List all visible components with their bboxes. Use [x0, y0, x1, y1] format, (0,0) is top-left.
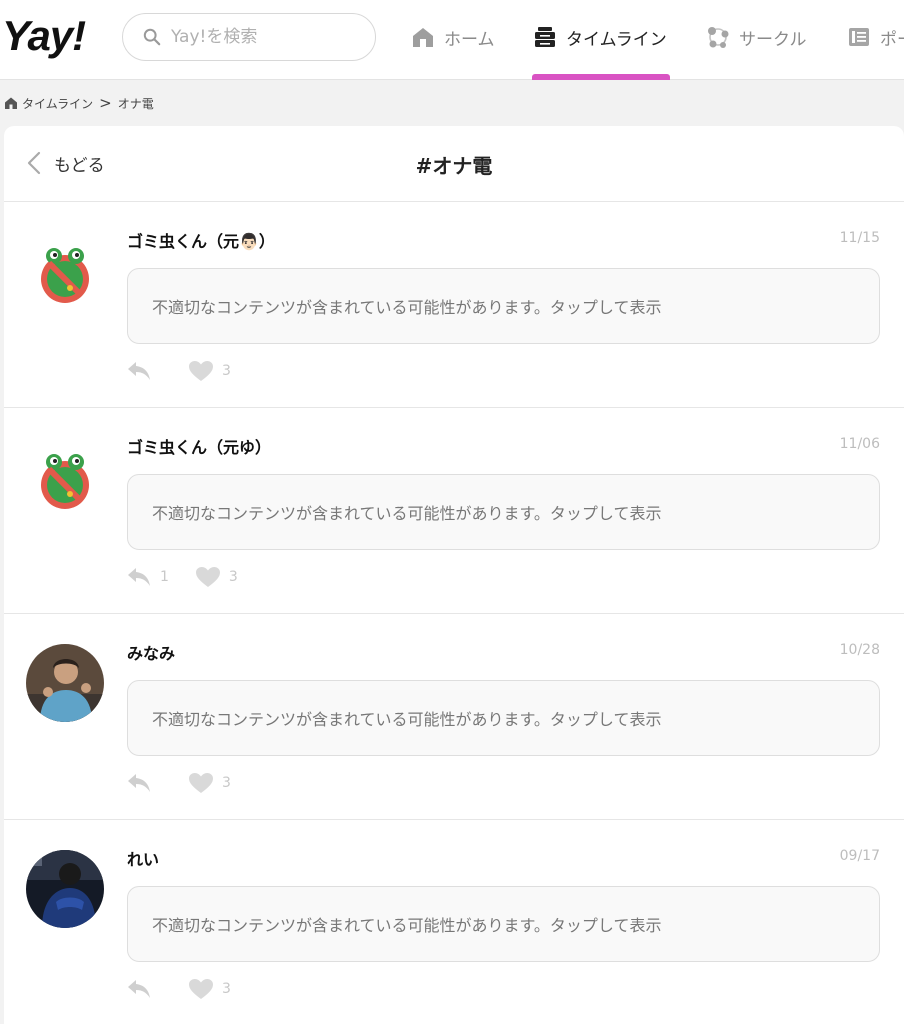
sensitive-content-warning[interactable]: 不適切なコンテンツが含まれている可能性があります。タップして表示 [127, 474, 880, 550]
post-actions: 1 3 [126, 566, 238, 588]
frog-banned-icon [26, 438, 104, 516]
heart-icon [189, 979, 213, 999]
timeline-icon [535, 27, 555, 47]
reply-button[interactable]: 1 [126, 566, 169, 588]
sensitive-content-warning[interactable]: 不適切なコンテンツが含まれている可能性があります。タップして表示 [127, 680, 880, 756]
post-username[interactable]: みなみ [127, 640, 175, 664]
search-input[interactable] [171, 24, 361, 50]
breadcrumb-home-link[interactable]: タイムライン [22, 95, 93, 112]
heart-icon [189, 361, 213, 381]
avatar[interactable] [26, 644, 104, 722]
breadcrumb-current: オナ電 [117, 96, 154, 111]
reply-button[interactable] [126, 360, 160, 382]
post-item: れい 09/17 不適切なコンテンツが含まれている可能性があります。タップして表… [4, 820, 904, 1024]
search-box[interactable] [122, 13, 376, 61]
nav-timeline-label: タイムライン [566, 29, 667, 50]
sensitive-content-warning[interactable]: 不適切なコンテンツが含まれている可能性があります。タップして表示 [127, 268, 880, 344]
like-button[interactable]: 3 [188, 772, 231, 794]
post-username[interactable]: れい [127, 846, 159, 870]
frog-banned-icon [26, 232, 104, 310]
reply-icon [128, 362, 150, 380]
nav-home-label: ホーム [444, 29, 495, 50]
timeline-card: もどる #オナ電 ゴミ虫くん（元👨🏻） 11/15 不適切なコンテンツが含まれて… [4, 126, 904, 1024]
post-date: 11/06 [839, 436, 880, 452]
reply-button[interactable] [126, 978, 160, 1000]
like-button[interactable]: 3 [188, 978, 231, 1000]
nav-post[interactable]: ポー [846, 20, 904, 54]
nav-home[interactable]: ホーム [410, 20, 495, 54]
heart-icon [189, 773, 213, 793]
reply-icon [128, 568, 150, 586]
post-item: ゴミ虫くん（元👨🏻） 11/15 不適切なコンテンツが含まれている可能性がありま… [4, 202, 904, 408]
post-actions: 3 [126, 360, 231, 382]
like-count: 3 [222, 981, 231, 997]
board-icon [849, 28, 869, 46]
like-button[interactable]: 3 [195, 566, 238, 588]
nav-post-label: ポー [880, 29, 904, 50]
like-count: 3 [228, 569, 238, 585]
post-date: 10/28 [839, 642, 880, 658]
post-date: 09/17 [839, 848, 880, 864]
photo-avatar [26, 850, 104, 928]
search-icon [143, 28, 161, 46]
post-actions: 3 [126, 978, 231, 1000]
post-date: 11/15 [839, 230, 880, 246]
reply-icon [128, 774, 150, 792]
post-item: みなみ 10/28 不適切なコンテンツが含まれている可能性があります。タップして… [4, 614, 904, 820]
yay-logo[interactable]: Yay! [2, 12, 86, 60]
sensitive-content-warning[interactable]: 不適切なコンテンツが含まれている可能性があります。タップして表示 [127, 886, 880, 962]
breadcrumb-separator: > [99, 94, 112, 112]
top-header: Yay! ホーム タイムライン サークル [0, 0, 904, 80]
nav-timeline[interactable]: タイムライン [532, 20, 667, 54]
photo-avatar [26, 644, 104, 722]
post-item: ゴミ虫くん（元ゆ） 11/06 不適切なコンテンツが含まれている可能性があります… [4, 408, 904, 614]
reply-count: 1 [160, 569, 169, 585]
like-count: 3 [222, 363, 231, 379]
avatar[interactable] [26, 232, 104, 310]
active-tab-indicator [532, 74, 670, 80]
nav-circle-label: サークル [739, 29, 807, 50]
reply-icon [128, 980, 150, 998]
home-icon [413, 28, 433, 47]
breadcrumb: タイムライン > オナ電 [4, 94, 154, 112]
like-button[interactable]: 3 [188, 360, 231, 382]
avatar[interactable] [26, 438, 104, 516]
post-actions: 3 [126, 772, 231, 794]
nav-circle[interactable]: サークル [705, 20, 807, 54]
post-username[interactable]: ゴミ虫くん（元👨🏻） [127, 228, 275, 252]
page-title: #オナ電 [415, 154, 493, 178]
avatar[interactable] [26, 850, 104, 928]
reply-button[interactable] [126, 772, 160, 794]
heart-icon [195, 567, 220, 587]
post-username[interactable]: ゴミ虫くん（元ゆ） [127, 434, 271, 458]
like-count: 3 [222, 775, 231, 791]
home-icon [5, 97, 17, 109]
circle-group-icon [708, 27, 729, 48]
card-header: もどる #オナ電 [4, 126, 904, 202]
